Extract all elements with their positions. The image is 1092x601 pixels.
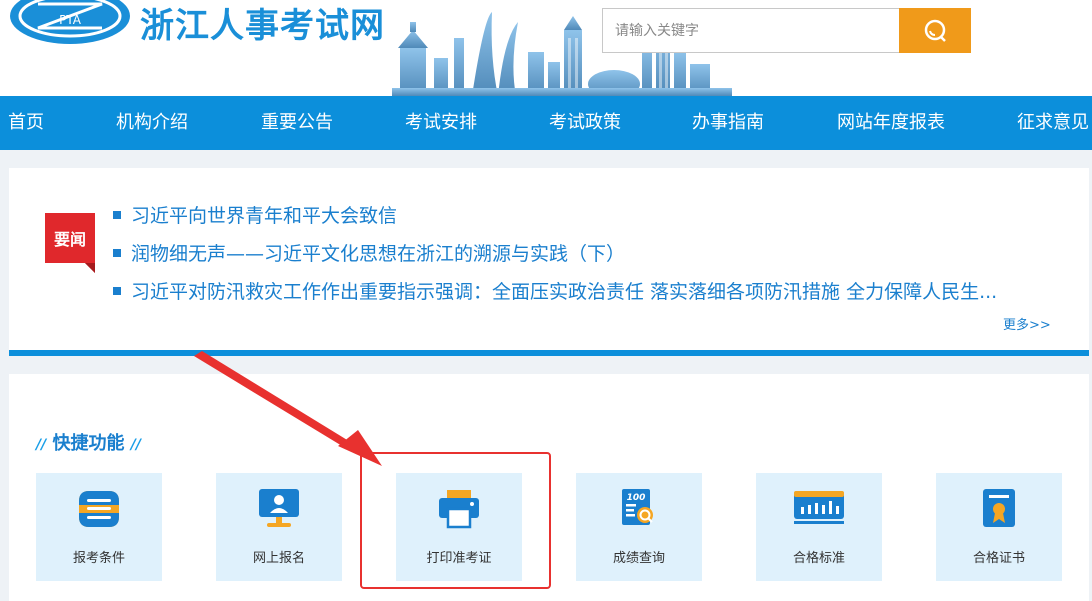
nav-item-exam-policy[interactable]: 考试政策 xyxy=(549,96,621,150)
conditions-icon xyxy=(79,491,119,527)
nav-item-announcements[interactable]: 重要公告 xyxy=(261,96,333,150)
certificate-icon xyxy=(983,489,1015,527)
news-badge: 要闻 xyxy=(45,213,95,273)
tile-score-query[interactable]: 100 成绩查询 xyxy=(576,473,702,581)
online-registration-icon xyxy=(259,489,299,527)
site-header: PTA 浙江人事考试网 xyxy=(0,0,1092,96)
svg-text:100: 100 xyxy=(627,493,646,503)
news-badge-label: 要闻 xyxy=(54,230,86,249)
tile-qualification-standard[interactable]: 合格标准 xyxy=(756,473,882,581)
news-panel: 要闻 习近平向世界青年和平大会致信 润物细无声——习近平文化思想在浙江的溯源与实… xyxy=(9,168,1089,350)
tile-exam-conditions[interactable]: 报考条件 xyxy=(36,473,162,581)
quick-functions-title: // 快捷功能 // xyxy=(36,433,142,454)
tile-label: 成绩查询 xyxy=(612,551,665,566)
search-button[interactable] xyxy=(899,8,971,53)
bullet-icon xyxy=(113,248,121,257)
bullet-icon xyxy=(113,286,121,295)
site-title: 浙江人事考试网 xyxy=(140,6,385,46)
nav-item-service-guide[interactable]: 办事指南 xyxy=(692,96,764,150)
qualification-standard-icon xyxy=(794,491,844,524)
pta-logo[interactable]: PTA xyxy=(8,0,132,46)
nav-item-annual-report[interactable]: 网站年度报表 xyxy=(837,96,945,150)
nav-item-feedback[interactable]: 征求意见 xyxy=(1017,96,1089,150)
news-item-1[interactable]: 习近平向世界青年和平大会致信 xyxy=(113,201,397,228)
news-item-3[interactable]: 习近平对防汛救灾工作作出重要指示强调：全面压实政治责任 落实落细各项防汛措施 全… xyxy=(113,277,997,304)
tile-label: 合格标准 xyxy=(792,551,845,566)
tile-online-registration[interactable]: 网上报名 xyxy=(216,473,342,581)
more-news-link[interactable]: 更多>> xyxy=(1003,314,1051,333)
nav-item-exam-schedule[interactable]: 考试安排 xyxy=(405,96,477,150)
score-query-icon: 100 xyxy=(622,489,653,525)
tile-label: 报考条件 xyxy=(72,551,125,566)
news-item-2[interactable]: 润物细无声——习近平文化思想在浙江的溯源与实践（下） xyxy=(113,239,625,266)
main-nav: 首页 机构介绍 重要公告 考试安排 考试政策 办事指南 网站年度报表 征求意见 xyxy=(0,96,1092,150)
search-input[interactable] xyxy=(602,8,900,53)
slash-decoration-icon: // xyxy=(130,437,142,453)
news-divider xyxy=(9,350,1089,356)
tile-label: 合格证书 xyxy=(972,551,1025,566)
logo-text: PTA xyxy=(59,13,82,27)
tile-label: 网上报名 xyxy=(252,551,305,566)
tile-certificate[interactable]: 合格证书 xyxy=(936,473,1062,581)
nav-item-about[interactable]: 机构介绍 xyxy=(116,96,188,150)
nav-item-home[interactable]: 首页 xyxy=(8,96,44,150)
bullet-icon xyxy=(113,210,121,219)
slash-decoration-icon: // xyxy=(36,437,47,453)
search-icon xyxy=(924,19,946,42)
highlight-box xyxy=(360,452,551,589)
